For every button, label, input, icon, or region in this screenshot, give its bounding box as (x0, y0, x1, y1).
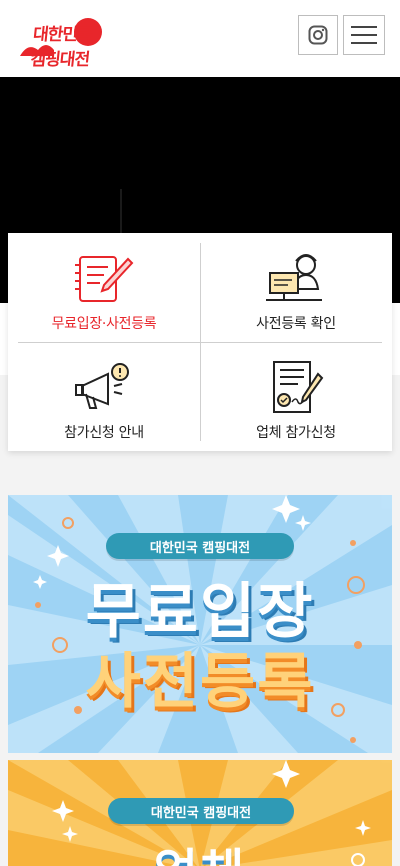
site-header: 대한민국 캠핑대전 (0, 0, 400, 77)
hamburger-menu-icon (351, 26, 377, 44)
contract-sign-icon (273, 361, 324, 413)
quick-item-participation-guide[interactable]: 참가신청 안내 (8, 342, 200, 451)
quick-item-exhibitor-application[interactable]: 업체 참가신청 (200, 342, 392, 451)
instagram-icon (308, 25, 328, 45)
banner-exhibitor[interactable]: 대한민국 캠핑대전 업체 (8, 760, 392, 866)
banner-free-entry[interactable]: 대한민국 캠핑대전 무료입장 사전등록 (8, 495, 392, 753)
banner-subheadline: 사전등록 (85, 647, 315, 717)
banner-pill: 대한민국 캠핑대전 (108, 798, 294, 824)
pencil-notepad-icon (75, 256, 134, 302)
quick-item-registration-check[interactable]: 사전등록 확인 (200, 233, 392, 342)
logo-text: 대한민국 캠핑대전 (29, 25, 93, 70)
person-computer-icon (266, 254, 322, 301)
site-logo[interactable]: 대한민국 캠핑대전 (18, 12, 104, 70)
quick-item-label: 사전등록 확인 (256, 316, 336, 332)
banner-pill: 대한민국 캠핑대전 (106, 533, 294, 559)
quick-item-label: 참가신청 안내 (64, 425, 144, 441)
megaphone-icon (75, 363, 129, 409)
quick-item-label: 업체 참가신청 (256, 425, 336, 441)
menu-button[interactable] (343, 15, 385, 55)
quick-menu: 무료입장·사전등록 사전등록 확인 참가신청 안내 업체 참가신청 (8, 233, 392, 451)
quick-item-label: 무료입장·사전등록 (51, 316, 157, 332)
quick-item-free-entry[interactable]: 무료입장·사전등록 (8, 233, 200, 342)
banner-headline: 업체 (8, 832, 392, 866)
instagram-button[interactable] (298, 15, 338, 55)
